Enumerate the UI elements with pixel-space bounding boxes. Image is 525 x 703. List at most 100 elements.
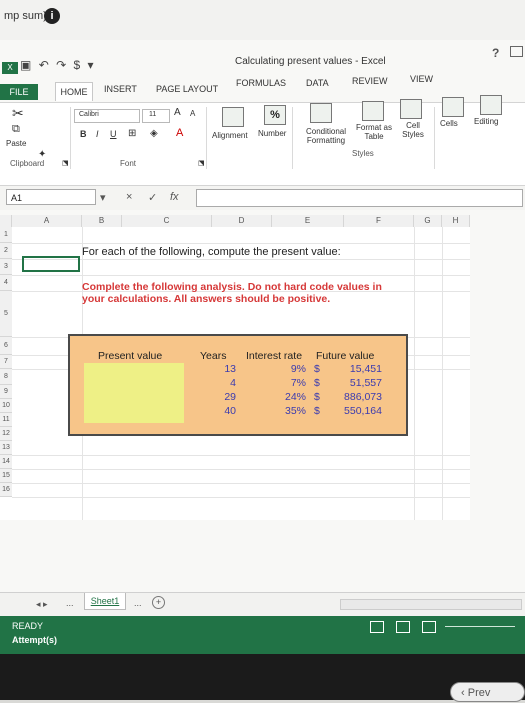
- name-box-dropdown-icon[interactable]: ▾: [100, 191, 106, 204]
- name-box[interactable]: A1: [6, 189, 96, 205]
- row-header-5[interactable]: 5: [0, 291, 12, 337]
- tab-formulas[interactable]: FORMULAS: [236, 78, 286, 88]
- tab-insert[interactable]: INSERT: [104, 84, 137, 94]
- years-cell[interactable]: 29: [210, 391, 236, 403]
- column-header-c[interactable]: C: [122, 215, 212, 227]
- editing-button[interactable]: Editing: [474, 117, 498, 126]
- bold-button[interactable]: B: [80, 129, 87, 139]
- row-header-11[interactable]: 11: [0, 413, 12, 427]
- page-break-view-icon[interactable]: [422, 621, 436, 633]
- ribbon-display-icon[interactable]: [510, 46, 523, 57]
- row-header-9[interactable]: 9: [0, 385, 12, 399]
- future-value-cell[interactable]: 886,073: [334, 391, 382, 403]
- row-header-1[interactable]: 1: [0, 227, 12, 243]
- present-value-input-range[interactable]: [84, 363, 184, 423]
- active-cell-a1[interactable]: [22, 256, 80, 272]
- tab-file[interactable]: FILE: [0, 84, 38, 100]
- zoom-slider[interactable]: [445, 626, 515, 627]
- add-sheet-button[interactable]: +: [152, 596, 165, 609]
- row-header-10[interactable]: 10: [0, 399, 12, 413]
- column-header-b[interactable]: B: [82, 215, 122, 227]
- horizontal-scrollbar[interactable]: [340, 599, 522, 610]
- number-button[interactable]: Number: [258, 129, 286, 138]
- sheet-nav-arrows[interactable]: ◂ ▸: [36, 599, 48, 610]
- row-header-2[interactable]: 2: [0, 243, 12, 259]
- borders-icon[interactable]: ⊞: [128, 128, 136, 139]
- future-value-cell[interactable]: 51,557: [334, 377, 382, 389]
- formula-input[interactable]: [196, 189, 523, 207]
- tab-page-layout[interactable]: PAGE LAYOUT: [156, 84, 218, 94]
- row-header-8[interactable]: 8: [0, 369, 12, 385]
- redo-icon[interactable]: ↷: [56, 58, 68, 72]
- column-header-d[interactable]: D: [212, 215, 272, 227]
- currency-icon[interactable]: $: [74, 58, 83, 72]
- font-name-select[interactable]: Calibri: [74, 109, 140, 123]
- row-header-3[interactable]: 3: [0, 259, 12, 275]
- sheet-more-left[interactable]: ...: [66, 598, 74, 608]
- row-header-7[interactable]: 7: [0, 355, 12, 369]
- future-value-cell[interactable]: 550,164: [334, 405, 382, 417]
- font-size-select[interactable]: 11: [142, 109, 170, 123]
- years-cell[interactable]: 40: [210, 405, 236, 417]
- conditional-formatting-icon[interactable]: [310, 103, 332, 123]
- cut-icon[interactable]: ✂: [12, 105, 24, 122]
- paste-button[interactable]: Paste: [6, 139, 26, 148]
- tab-review[interactable]: REVIEW: [352, 76, 388, 86]
- insert-function-button[interactable]: fx: [170, 191, 179, 203]
- italic-button[interactable]: I: [96, 129, 99, 139]
- row-header-6[interactable]: 6: [0, 337, 12, 355]
- column-header-a[interactable]: A: [12, 215, 82, 227]
- clipboard-launcher-icon[interactable]: ⬔: [62, 159, 69, 167]
- row-header-4[interactable]: 4: [0, 275, 12, 291]
- percent-icon[interactable]: %: [264, 105, 286, 125]
- customize-qat-icon[interactable]: ▾: [88, 58, 96, 72]
- cancel-button[interactable]: ×: [126, 191, 132, 203]
- info-icon[interactable]: i: [44, 8, 60, 24]
- undo-icon[interactable]: ↶: [39, 58, 51, 72]
- row-header-14[interactable]: 14: [0, 455, 12, 469]
- row-header-13[interactable]: 13: [0, 441, 12, 455]
- sheet-more-right[interactable]: ...: [134, 598, 142, 608]
- prev-button[interactable]: ‹ Prev: [450, 682, 525, 702]
- font-color-icon[interactable]: A: [176, 127, 183, 139]
- years-cell[interactable]: 13: [210, 363, 236, 375]
- shrink-font-icon[interactable]: A: [190, 109, 195, 118]
- tab-data[interactable]: DATA: [306, 78, 329, 88]
- fill-color-icon[interactable]: ◈: [150, 128, 158, 139]
- alignment-icon[interactable]: [222, 107, 244, 127]
- years-cell[interactable]: 4: [210, 377, 236, 389]
- tab-home[interactable]: HOME: [55, 82, 93, 101]
- enter-button[interactable]: ✓: [148, 191, 157, 204]
- select-all-corner[interactable]: [0, 215, 12, 227]
- format-as-table-button[interactable]: Format as Table: [354, 123, 394, 141]
- tab-view[interactable]: VIEW: [410, 74, 433, 84]
- cell-styles-icon[interactable]: [400, 99, 422, 119]
- column-header-g[interactable]: G: [414, 215, 442, 227]
- row-header-15[interactable]: 15: [0, 469, 12, 483]
- cells-button[interactable]: Cells: [440, 119, 458, 128]
- row-header-12[interactable]: 12: [0, 427, 12, 441]
- help-button[interactable]: ?: [492, 46, 499, 60]
- page-layout-view-icon[interactable]: [396, 621, 410, 633]
- alignment-button[interactable]: Alignment: [212, 131, 248, 140]
- future-value-cell[interactable]: 15,451: [334, 363, 382, 375]
- row-header-16[interactable]: 16: [0, 483, 12, 497]
- underline-button[interactable]: U: [110, 129, 117, 139]
- quick-access-toolbar[interactable]: ▣ ↶ ↷ $ ▾: [20, 58, 96, 72]
- rate-cell[interactable]: 7%: [276, 377, 306, 389]
- editing-icon[interactable]: [480, 95, 502, 115]
- format-as-table-icon[interactable]: [362, 101, 384, 121]
- cell-styles-button[interactable]: Cell Styles: [396, 121, 430, 139]
- rate-cell[interactable]: 35%: [276, 405, 306, 417]
- font-launcher-icon[interactable]: ⬔: [198, 159, 205, 167]
- sheet-tab-sheet1[interactable]: Sheet1: [84, 593, 126, 610]
- normal-view-icon[interactable]: [370, 621, 384, 633]
- cells-icon[interactable]: [442, 97, 464, 117]
- column-header-f[interactable]: F: [344, 215, 414, 227]
- rate-cell[interactable]: 9%: [276, 363, 306, 375]
- grow-font-icon[interactable]: A: [174, 107, 181, 118]
- column-header-e[interactable]: E: [272, 215, 344, 227]
- copy-icon[interactable]: ⧉: [12, 123, 20, 136]
- conditional-formatting-button[interactable]: Conditional Formatting: [298, 127, 354, 145]
- save-icon[interactable]: ▣: [20, 58, 33, 72]
